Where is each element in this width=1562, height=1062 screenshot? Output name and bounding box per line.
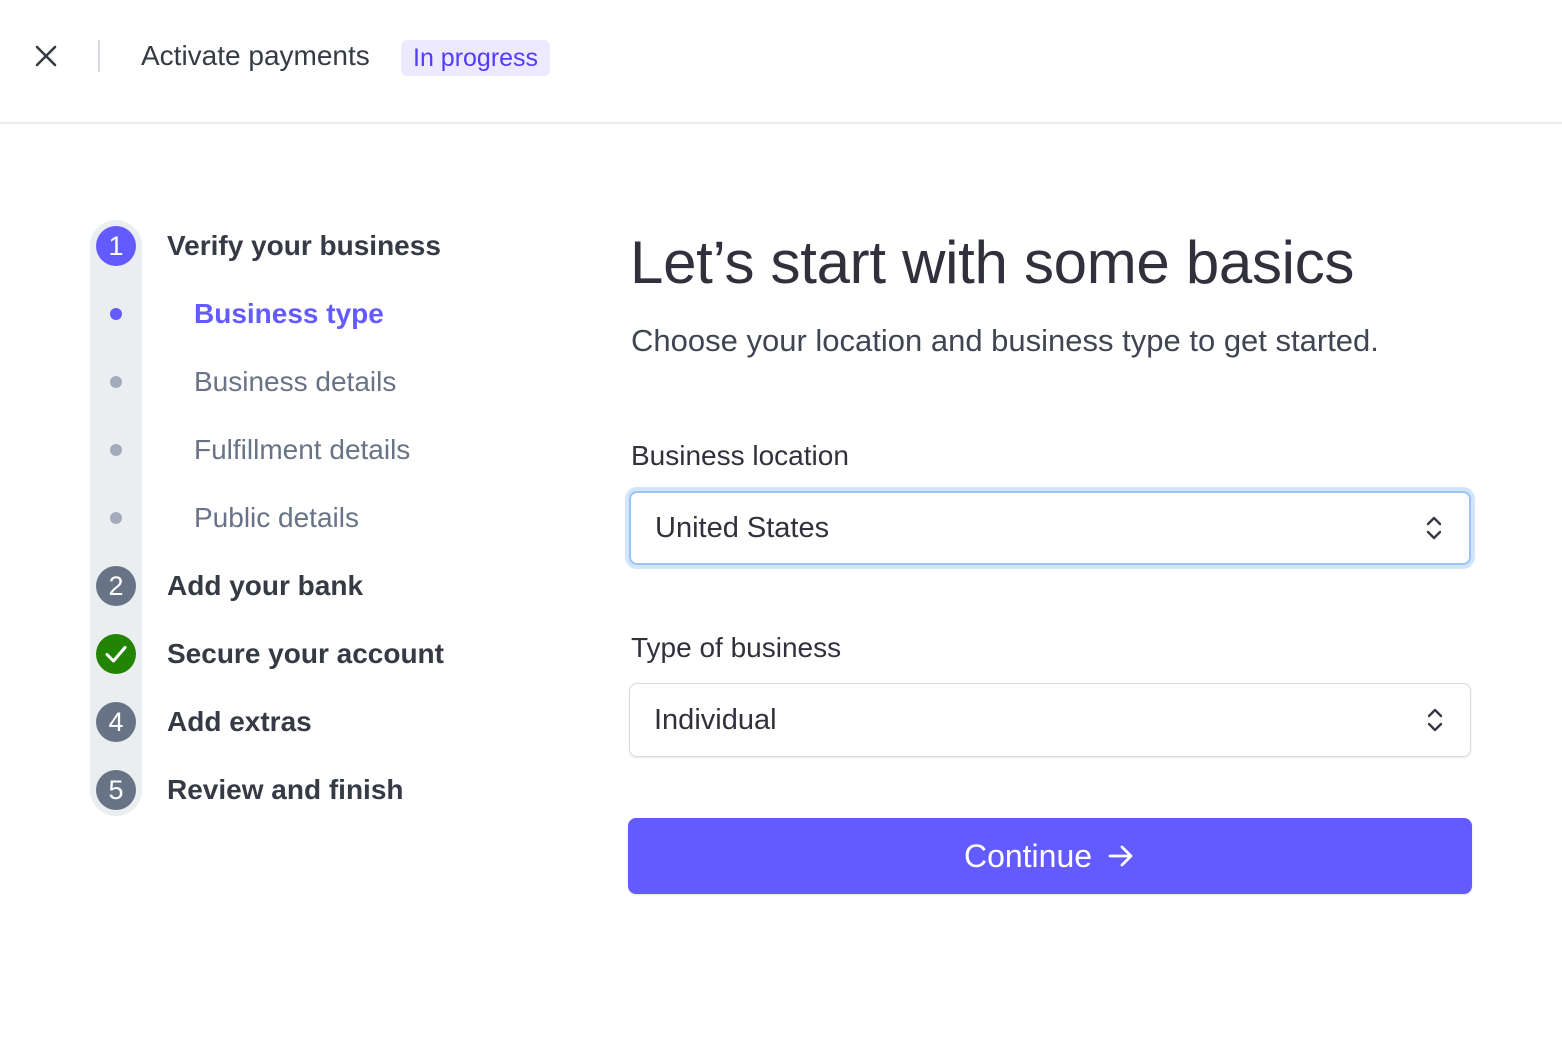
- close-icon: [35, 45, 57, 67]
- substep-dot-business-details: [110, 376, 122, 388]
- step-review-finish[interactable]: Review and finish: [167, 773, 404, 807]
- step-5-indicator: 5: [96, 770, 136, 810]
- business-location-value: United States: [655, 511, 830, 544]
- page-subheading: Choose your location and business type t…: [631, 323, 1379, 358]
- substep-fulfillment-details[interactable]: Fulfillment details: [194, 433, 410, 467]
- substep-public-details[interactable]: Public details: [194, 501, 359, 535]
- step-4-indicator: 4: [96, 702, 136, 742]
- arrow-right-icon: [1108, 845, 1133, 867]
- close-button[interactable]: [28, 38, 64, 74]
- header-divider: [98, 40, 100, 72]
- substep-dot-business-type: [110, 308, 122, 320]
- step-1-indicator: 1: [96, 226, 136, 266]
- business-location-label: Business location: [631, 440, 849, 471]
- business-type-label: Type of business: [631, 632, 842, 663]
- chevron-up-down-icon: [1427, 708, 1443, 732]
- substep-dot-fulfillment-details: [110, 444, 122, 456]
- step-3-indicator: [96, 634, 136, 674]
- checkmark-icon: [105, 646, 127, 663]
- chevron-up-down-icon: [1426, 516, 1442, 540]
- page-title: Activate payments: [141, 40, 370, 71]
- business-type-select[interactable]: Individual: [629, 683, 1471, 757]
- step-secure-account[interactable]: Secure your account: [167, 637, 444, 671]
- step-verify-business[interactable]: Verify your business: [167, 229, 441, 263]
- business-type-value: Individual: [654, 703, 777, 736]
- substep-business-type[interactable]: Business type: [194, 297, 384, 331]
- substep-business-details[interactable]: Business details: [194, 365, 396, 399]
- step-2-indicator: 2: [96, 566, 136, 606]
- page-heading: Let’s start with some basics: [630, 229, 1355, 296]
- continue-button[interactable]: Continue: [628, 818, 1472, 894]
- status-badge: In progress: [401, 40, 551, 76]
- step-add-bank[interactable]: Add your bank: [167, 569, 363, 603]
- substep-dot-public-details: [110, 512, 122, 524]
- step-add-extras[interactable]: Add extras: [167, 705, 312, 739]
- business-location-select[interactable]: United States: [629, 491, 1471, 565]
- top-bar: Activate payments In progress: [0, 0, 1562, 124]
- continue-label: Continue: [963, 838, 1093, 874]
